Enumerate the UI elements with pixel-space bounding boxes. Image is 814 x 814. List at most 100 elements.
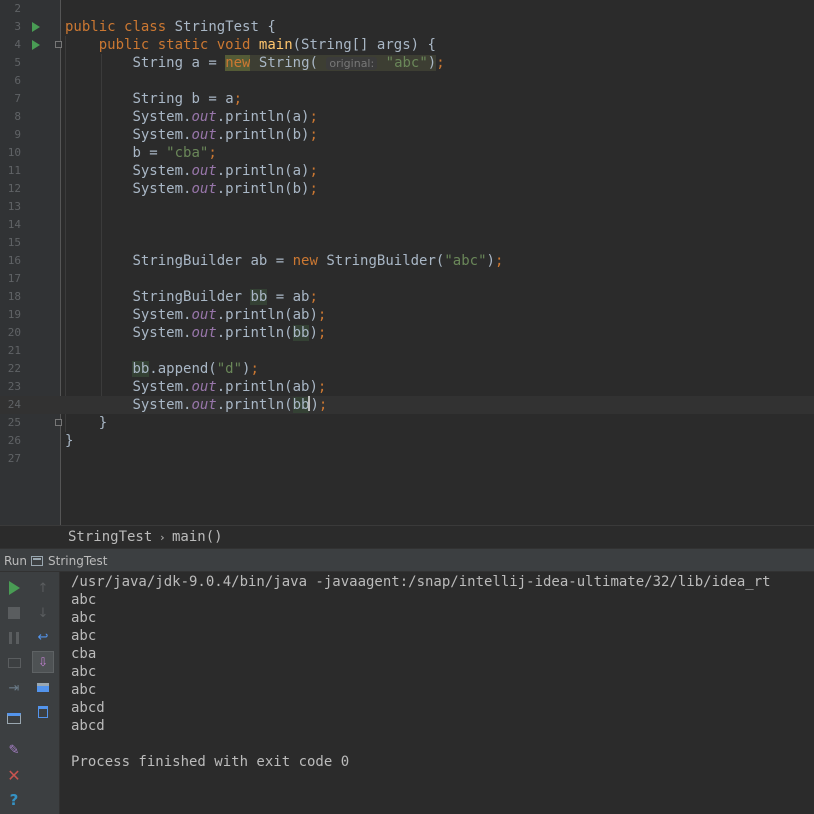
close-icon: ✕	[7, 765, 21, 785]
pin-icon: ✎	[8, 742, 20, 758]
code-text: }	[65, 433, 74, 449]
console-line: Process finished with exit code 0	[71, 754, 350, 770]
print-button[interactable]	[32, 676, 54, 698]
code-text: public class StringTest {	[65, 19, 276, 35]
console-output[interactable]: /usr/java/jdk-9.0.4/bin/java -javaagent:…	[60, 572, 814, 814]
line-number: 10	[7, 146, 21, 159]
line-number: 4	[14, 38, 21, 51]
code-line: 22 bb.append("d");	[0, 360, 814, 378]
code-text: String b = a;	[132, 91, 243, 107]
code-text: System.out.println(bb);	[132, 396, 328, 413]
fold-icon[interactable]	[55, 41, 62, 48]
line-number: 16	[7, 254, 21, 267]
console-line: abcd	[71, 718, 105, 734]
console-line: abc	[71, 628, 97, 644]
code-line: 6	[0, 72, 814, 90]
help-button[interactable]: ?	[3, 789, 25, 811]
code-line: 20 System.out.println(bb);	[0, 324, 814, 342]
code-line: 8 System.out.println(a);	[0, 108, 814, 126]
line-number: 2	[14, 2, 21, 15]
run-gutter-icon[interactable]	[32, 40, 40, 50]
soft-wrap-icon: ↩	[37, 629, 49, 645]
run-toolbar-primary: ⇥ ✎ ✕ ?	[0, 572, 29, 814]
line-number: 20	[7, 326, 21, 339]
code-text: StringBuilder ab = new StringBuilder("ab…	[132, 253, 504, 269]
run-config-icon	[31, 556, 43, 566]
help-icon: ?	[9, 791, 19, 809]
scroll-to-end-icon: ⇩	[37, 655, 49, 669]
line-number: 5	[14, 56, 21, 69]
arrow-up-icon: ↑	[37, 580, 49, 596]
pause-icon	[9, 632, 19, 644]
code-line: 19 System.out.println(ab);	[0, 306, 814, 324]
code-line: 23 System.out.println(ab);	[0, 378, 814, 396]
next-occurrence-button[interactable]: ↓	[32, 602, 54, 624]
line-number: 19	[7, 308, 21, 321]
code-line: 11 System.out.println(a);	[0, 162, 814, 180]
run-tool-window-header: Run StringTest	[0, 548, 814, 572]
code-line: 25 }	[0, 414, 814, 432]
run-config-tab[interactable]: StringTest	[48, 554, 107, 568]
code-text: public static void main(String[] args) {	[98, 37, 436, 53]
close-button[interactable]: ✕	[3, 764, 25, 786]
play-icon	[8, 581, 20, 595]
arrow-down-icon: ↓	[37, 605, 49, 621]
fold-icon[interactable]	[55, 419, 62, 426]
line-number: 14	[7, 218, 21, 231]
code-text: System.out.println(bb);	[132, 325, 327, 341]
console-line: abc	[71, 610, 97, 626]
exit-icon: ⇥	[8, 680, 20, 696]
code-line: 3 public class StringTest {	[0, 18, 814, 36]
breadcrumb: StringTest › main()	[0, 525, 814, 548]
code-line: 5 String a = new String( original: "abc"…	[0, 54, 814, 72]
scroll-to-end-button[interactable]: ⇩	[32, 651, 54, 673]
code-line: 4 public static void main(String[] args)…	[0, 36, 814, 54]
run-toolbar-secondary: ↑ ↓ ↩ ⇩	[29, 572, 60, 814]
camera-icon	[7, 658, 21, 668]
run-gutter-icon[interactable]	[32, 22, 40, 32]
code-line: 15	[0, 234, 814, 252]
code-line: 9 System.out.println(b);	[0, 126, 814, 144]
code-line: 27	[0, 450, 814, 468]
print-icon	[37, 682, 49, 692]
console-line: abcd	[71, 700, 105, 716]
code-text: System.out.println(ab);	[132, 307, 327, 323]
restore-layout-button[interactable]	[3, 707, 25, 729]
stop-button[interactable]	[3, 602, 25, 624]
pin-tab-button[interactable]: ✎	[3, 739, 25, 761]
console-line: abc	[71, 664, 97, 680]
line-number: 17	[7, 272, 21, 285]
line-number: 9	[14, 128, 21, 141]
rerun-button[interactable]	[3, 577, 25, 599]
line-number: 18	[7, 290, 21, 303]
console-line: abc	[71, 592, 97, 608]
code-line: 13	[0, 198, 814, 216]
breadcrumb-separator-icon: ›	[159, 531, 166, 544]
code-text: System.out.println(ab);	[132, 379, 327, 395]
layout-icon	[7, 712, 21, 724]
pause-button[interactable]	[3, 627, 25, 649]
exit-button[interactable]: ⇥	[3, 677, 25, 699]
console-line: /usr/java/jdk-9.0.4/bin/java -javaagent:…	[71, 574, 771, 590]
line-number: 7	[14, 92, 21, 105]
code-text: }	[98, 415, 108, 431]
line-number: 3	[14, 20, 21, 33]
line-number: 13	[7, 200, 21, 213]
breadcrumb-method[interactable]: main()	[172, 529, 223, 545]
line-number: 11	[7, 164, 21, 177]
code-text: System.out.println(a);	[132, 109, 318, 125]
dump-threads-button[interactable]	[3, 652, 25, 674]
clear-all-button[interactable]	[32, 701, 54, 723]
breadcrumb-class[interactable]: StringTest	[68, 529, 152, 545]
code-line: 2	[0, 0, 814, 18]
line-number: 6	[14, 74, 21, 87]
line-number: 25	[7, 416, 21, 429]
console-line: abc	[71, 682, 97, 698]
code-line: 7 String b = a;	[0, 90, 814, 108]
line-number: 24	[7, 398, 21, 411]
previous-occurrence-button[interactable]: ↑	[32, 577, 54, 599]
code-line: 26 }	[0, 432, 814, 450]
code-line: 18 StringBuilder bb = ab;	[0, 288, 814, 306]
code-editor[interactable]: 2 3 public class StringTest { 4 public s…	[0, 0, 814, 525]
soft-wrap-button[interactable]: ↩	[32, 626, 54, 648]
